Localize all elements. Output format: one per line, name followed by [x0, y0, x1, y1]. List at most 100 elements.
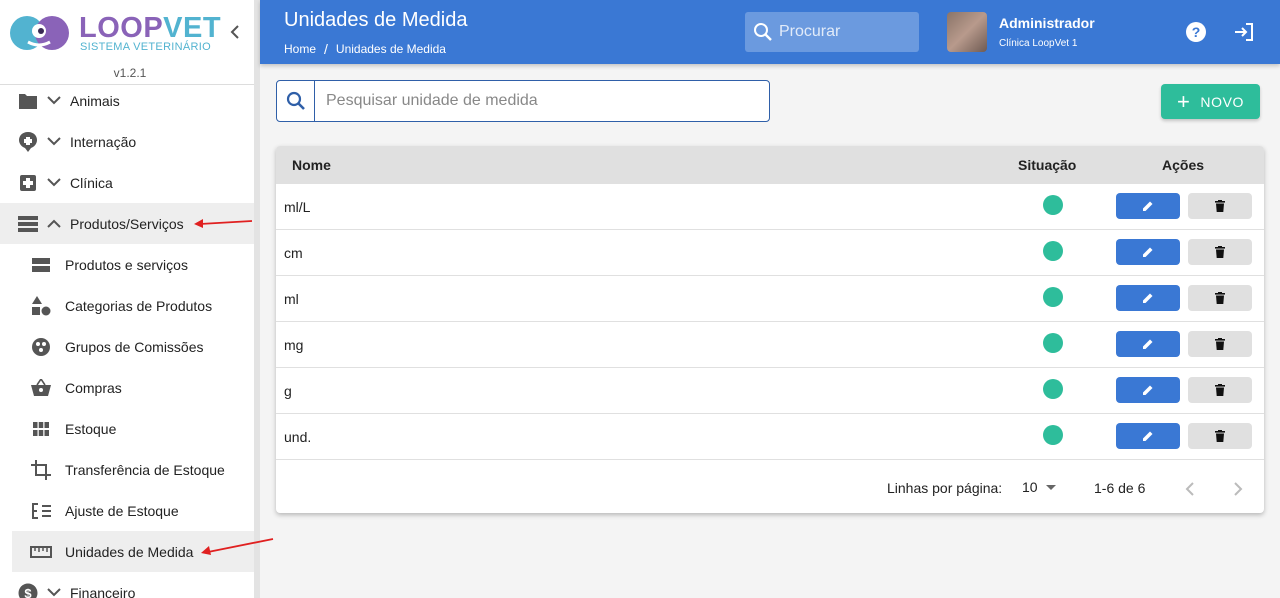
edit-button[interactable]	[1116, 331, 1180, 357]
table-header: Nome Situação Ações	[276, 146, 1264, 184]
cell-name: und.	[284, 429, 312, 445]
chevron-down-icon	[47, 96, 61, 105]
cell-name: ml	[284, 291, 299, 307]
prev-page-button[interactable]	[1180, 478, 1200, 500]
cell-name: cm	[284, 245, 303, 261]
delete-button[interactable]	[1188, 423, 1252, 449]
sidebar-scrollbar[interactable]	[254, 0, 260, 598]
column-header-name[interactable]: Nome	[292, 157, 331, 173]
sidebar-subitem-grupos-comissoes[interactable]: Grupos de Comissões	[0, 326, 254, 367]
edit-button[interactable]	[1116, 193, 1180, 219]
table-row: cm	[276, 230, 1264, 276]
sidebar-item-financeiro[interactable]: $ Financeiro	[0, 572, 254, 598]
search-icon	[277, 81, 315, 121]
view-stream-icon	[30, 254, 52, 276]
adjust-list-icon	[30, 500, 52, 522]
breadcrumb: Home / Unidades de Medida	[284, 41, 446, 57]
dollar-icon: $	[18, 583, 38, 598]
pencil-icon	[1143, 385, 1153, 395]
caret-down-icon	[1045, 484, 1056, 490]
edit-button[interactable]	[1116, 423, 1180, 449]
breadcrumb-current: Unidades de Medida	[335, 42, 446, 56]
table-card: Nome Situação Ações ml/L cm ml mg g und. Linh…	[276, 146, 1264, 513]
new-button-label: NOVO	[1200, 93, 1245, 110]
status-active-indicator	[1043, 333, 1063, 353]
rows-per-page-select[interactable]: 10	[1022, 479, 1056, 495]
sidebar-subitem-label: Categorias de Produtos	[65, 297, 213, 314]
sidebar-subitem-transferencia[interactable]: Transferência de Estoque	[0, 449, 254, 490]
delete-button[interactable]	[1188, 239, 1252, 265]
status-active-indicator	[1043, 379, 1063, 399]
help-icon[interactable]: ?	[1185, 21, 1207, 43]
delete-button[interactable]	[1188, 193, 1252, 219]
trash-icon	[1215, 430, 1225, 442]
sidebar: LOOPVET SISTEMA VETERINÁRIO v1.2.1 Anima…	[0, 0, 254, 598]
pencil-icon	[1143, 339, 1153, 349]
delete-button[interactable]	[1188, 285, 1252, 311]
chevron-down-icon	[47, 588, 61, 597]
delete-button[interactable]	[1188, 377, 1252, 403]
crop-icon	[30, 459, 52, 481]
edit-button[interactable]	[1116, 239, 1180, 265]
page-title: Unidades de Medida	[284, 9, 468, 31]
sidebar-item-label: Clínica	[70, 174, 113, 191]
breadcrumb-home-link[interactable]: Home	[284, 42, 316, 56]
sidebar-subitem-estoque[interactable]: Estoque	[0, 408, 254, 449]
sidebar-item-label: Internação	[70, 133, 137, 150]
status-active-indicator	[1043, 241, 1063, 261]
sidebar-subitem-label: Unidades de Medida	[65, 543, 194, 560]
column-header-status[interactable]: Situação	[1018, 157, 1076, 173]
pencil-icon	[1143, 431, 1153, 441]
sidebar-subitem-ajuste[interactable]: Ajuste de Estoque	[0, 490, 254, 531]
user-clinic: Clínica LoopVet 1	[999, 38, 1078, 49]
sidebar-subitem-compras[interactable]: Compras	[0, 367, 254, 408]
avatar[interactable]	[947, 12, 987, 52]
collapse-sidebar-button[interactable]	[224, 20, 246, 44]
svg-text:$: $	[24, 586, 32, 598]
trash-icon	[1215, 338, 1225, 350]
logout-icon[interactable]	[1233, 21, 1255, 43]
sidebar-subitem-label: Estoque	[65, 420, 117, 437]
status-active-indicator	[1043, 195, 1063, 215]
status-active-indicator	[1043, 425, 1063, 445]
global-search-input[interactable]	[779, 23, 909, 41]
hospital-pin-icon	[18, 131, 38, 152]
edit-button[interactable]	[1116, 285, 1180, 311]
sidebar-item-animais[interactable]: Animais	[0, 80, 254, 121]
pagination-range: 1-6 de 6	[1094, 480, 1146, 496]
global-search[interactable]	[745, 12, 919, 52]
filter-search[interactable]	[276, 80, 770, 122]
pencil-icon	[1143, 201, 1153, 211]
new-button[interactable]: + NOVO	[1161, 84, 1260, 119]
ruler-icon	[30, 541, 52, 563]
rows-per-page-label: Linhas por página:	[887, 480, 1003, 496]
chevron-left-icon	[230, 25, 239, 39]
sidebar-item-label: Produtos/Serviços	[70, 215, 184, 232]
delete-button[interactable]	[1188, 331, 1252, 357]
sidebar-item-internacao[interactable]: Internação	[0, 121, 254, 162]
sidebar-subitem-label: Grupos de Comissões	[65, 338, 204, 355]
svg-text:?: ?	[1192, 24, 1201, 40]
edit-button[interactable]	[1116, 377, 1180, 403]
cell-name: mg	[284, 337, 304, 353]
top-header: Unidades de Medida Home / Unidades de Me…	[260, 0, 1280, 64]
breadcrumb-separator: /	[324, 41, 328, 57]
table-row: ml/L	[276, 184, 1264, 230]
sidebar-item-clinica[interactable]: Clínica	[0, 162, 254, 203]
filter-search-input[interactable]	[315, 92, 755, 110]
next-page-button[interactable]	[1228, 478, 1248, 500]
sidebar-subitem-label: Ajuste de Estoque	[65, 502, 179, 519]
shapes-icon	[30, 295, 52, 317]
sidebar-subitem-unidades[interactable]: Unidades de Medida	[12, 531, 254, 572]
sidebar-subitem-produtos-e-servicos[interactable]: Produtos e serviços	[0, 244, 254, 285]
trash-icon	[1215, 292, 1225, 304]
sidebar-item-produtos-servicos[interactable]: Produtos/Serviços	[0, 203, 254, 244]
chevron-down-icon	[47, 137, 61, 146]
search-icon	[754, 23, 772, 41]
pencil-icon	[1143, 247, 1153, 257]
folder-icon	[18, 91, 38, 111]
sidebar-subitem-label: Transferência de Estoque	[65, 461, 225, 478]
pencil-icon	[1143, 293, 1153, 303]
sidebar-subitem-categorias[interactable]: Categorias de Produtos	[0, 285, 254, 326]
grid-icon	[30, 418, 52, 440]
